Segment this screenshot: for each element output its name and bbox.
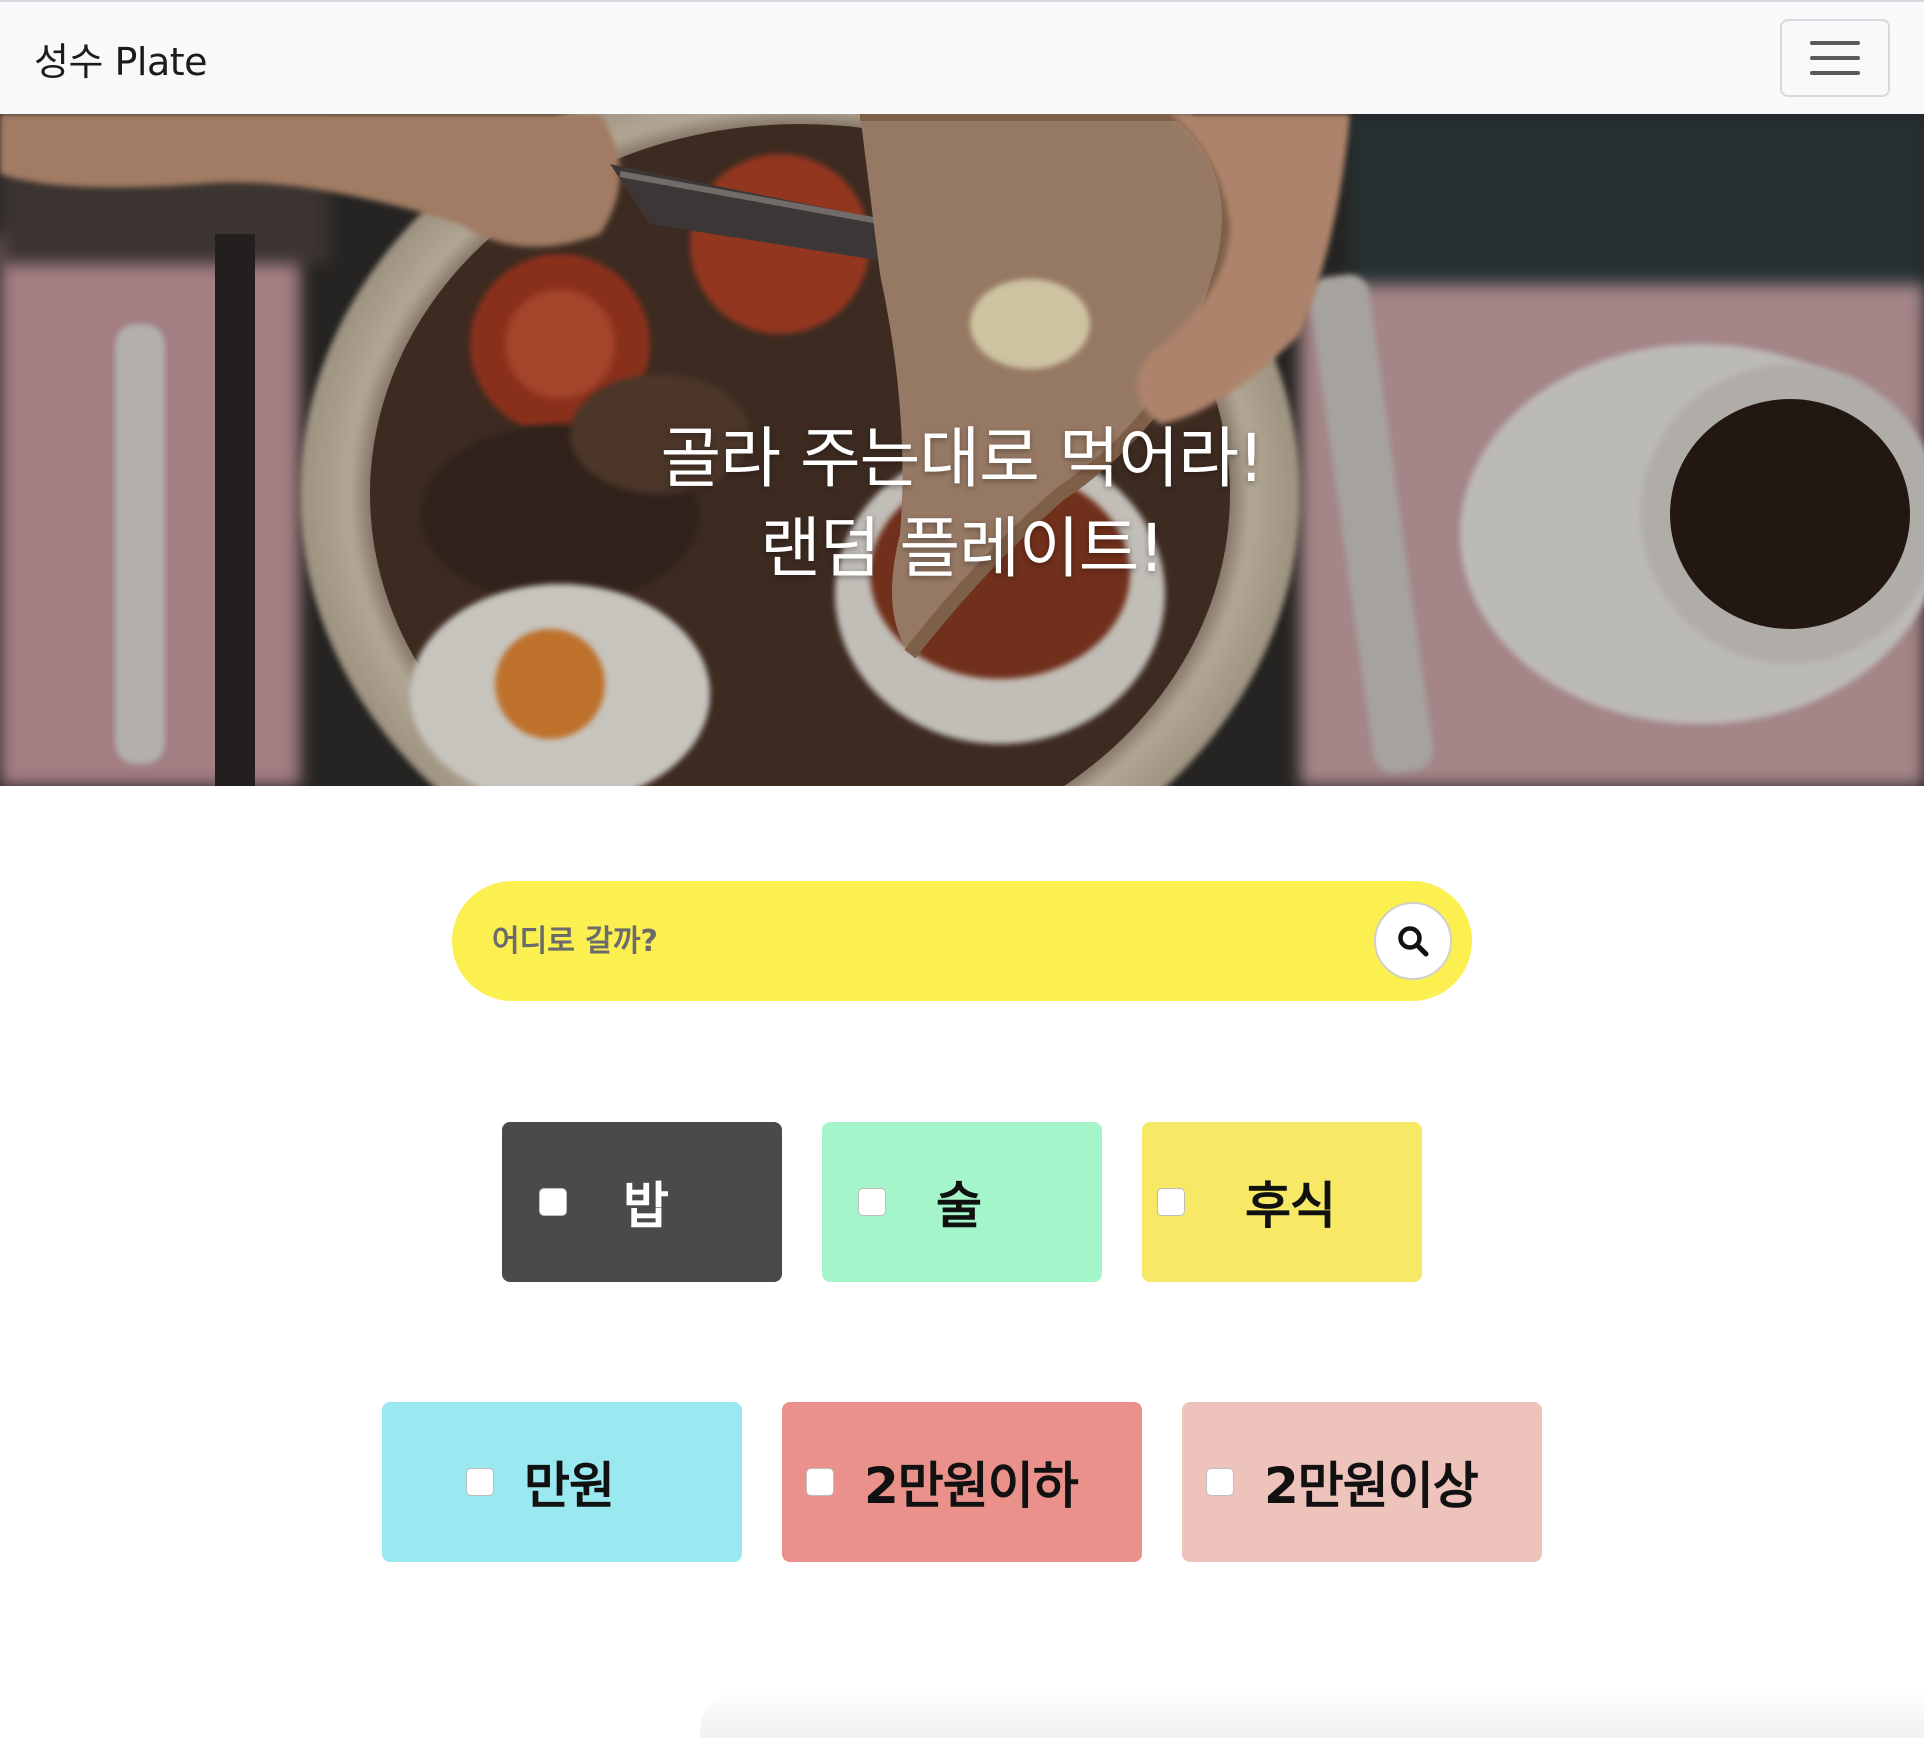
price-label: 만원 bbox=[524, 1457, 615, 1515]
search-icon bbox=[1398, 926, 1429, 957]
bottom-shadow bbox=[700, 1690, 1924, 1738]
price-label: 2만원이하 bbox=[864, 1457, 1079, 1515]
category-option-drinks[interactable]: 술 bbox=[822, 1122, 1102, 1282]
price-option-under-20000[interactable]: 2만원이하 bbox=[782, 1402, 1142, 1562]
hero-heading: 골라 주는대로 먹어라! 랜덤 플레이트! bbox=[0, 414, 1924, 594]
category-label: 후식 bbox=[1245, 1177, 1336, 1235]
category-checkbox[interactable] bbox=[1157, 1188, 1185, 1216]
search-bar bbox=[452, 881, 1472, 1001]
price-option-over-20000[interactable]: 2만원이상 bbox=[1182, 1402, 1542, 1562]
category-option-dessert[interactable]: 후식 bbox=[1142, 1122, 1422, 1282]
category-label: 밥 bbox=[623, 1177, 669, 1235]
category-checkbox[interactable] bbox=[539, 1188, 567, 1216]
search-input[interactable] bbox=[490, 922, 1374, 960]
brand-logo[interactable]: 성수 Plate bbox=[34, 31, 208, 86]
price-option-10000[interactable]: 만원 bbox=[382, 1402, 742, 1562]
price-label: 2만원이상 bbox=[1264, 1457, 1479, 1515]
navbar: 성수 Plate bbox=[0, 0, 1924, 114]
search-button[interactable] bbox=[1374, 902, 1452, 980]
hamburger-menu-icon-bar bbox=[1810, 56, 1860, 60]
category-option-rice[interactable]: 밥 bbox=[502, 1122, 782, 1282]
page: 성수 Plate 골라 주는대로 먹어라! 랜덤 플레이트! 어디로 갈까? 밥… bbox=[0, 0, 1924, 1738]
price-checkbox[interactable] bbox=[1206, 1468, 1234, 1496]
price-checkbox[interactable] bbox=[466, 1468, 494, 1496]
hamburger-menu-icon-bar bbox=[1810, 71, 1860, 75]
hamburger-menu-icon-bar bbox=[1810, 41, 1860, 45]
hero-heading-line2: 랜덤 플레이트! bbox=[760, 510, 1165, 587]
category-label: 술 bbox=[936, 1177, 982, 1235]
price-checkbox[interactable] bbox=[806, 1468, 834, 1496]
hero-banner: 골라 주는대로 먹어라! 랜덤 플레이트! bbox=[0, 114, 1924, 786]
hero-heading-line1: 골라 주는대로 먹어라! bbox=[660, 420, 1265, 497]
hamburger-menu-button[interactable] bbox=[1780, 19, 1890, 97]
category-checkbox[interactable] bbox=[858, 1188, 886, 1216]
